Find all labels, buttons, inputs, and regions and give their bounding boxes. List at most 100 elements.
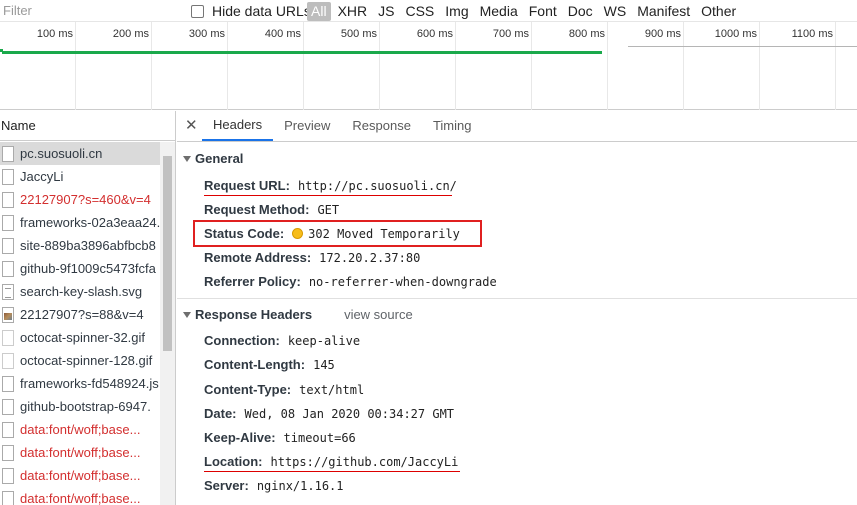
section-divider <box>177 298 857 299</box>
tab-headers[interactable]: Headers <box>202 111 274 141</box>
document-icon <box>2 398 14 415</box>
type-filter-js[interactable]: JS <box>374 2 398 21</box>
request-list-scrollbar[interactable] <box>160 142 175 505</box>
type-filter-all[interactable]: All <box>307 1 331 21</box>
hide-data-urls-option[interactable]: Hide data URLs <box>191 2 311 20</box>
timeline-tick: 300 ms <box>189 22 228 110</box>
image-file-icon <box>2 306 14 323</box>
annotation-underline <box>204 471 460 472</box>
type-filter-manifest[interactable]: Manifest <box>633 2 694 21</box>
timeline-tick-label: 300 ms <box>188 28 225 40</box>
request-list-item[interactable]: octocat-spinner-128.gif <box>0 349 160 372</box>
timeline-range-line <box>628 46 857 47</box>
header-key: Status Code: <box>204 226 285 241</box>
hide-data-urls-checkbox[interactable] <box>191 4 204 18</box>
tab-timing[interactable]: Timing <box>422 111 483 141</box>
details-tab-bar: ✕ Headers Preview Response Timing <box>177 111 857 142</box>
header-row-server: Server: nginx/1.16.1 <box>204 478 344 493</box>
header-value: https://github.com/JaccyLi <box>270 455 459 469</box>
type-filter-ws[interactable]: WS <box>600 2 631 21</box>
request-list-item[interactable]: search-key-slash.svg <box>0 280 160 303</box>
timeline-tick: 700 ms <box>493 22 532 110</box>
close-icon[interactable]: ✕ <box>185 118 198 133</box>
header-key: Request Method: <box>204 202 310 217</box>
timeline-tick: 900 ms <box>645 22 684 110</box>
type-filter-css[interactable]: CSS <box>401 2 438 21</box>
request-list-pane: Name pc.suosuoli.cn JaccyLi 22127907?s=460… <box>0 111 176 505</box>
timeline-overview[interactable]: 100 ms 200 ms 300 ms 400 ms 500 ms 600 m… <box>0 22 857 110</box>
header-key: Content-Length: <box>204 357 306 372</box>
request-name: 22127907?s=460&v=4 <box>20 192 151 207</box>
type-filter-font[interactable]: Font <box>525 2 561 21</box>
request-list-item[interactable]: 22127907?s=88&v=4 <box>0 303 160 326</box>
tab-response[interactable]: Response <box>341 111 422 141</box>
header-key: Remote Address: <box>204 250 312 265</box>
header-key: Connection: <box>204 333 280 348</box>
gif-file-icon <box>2 352 14 369</box>
filter-toolbar: Hide data URLs All XHR JS CSS Img Media … <box>0 0 857 22</box>
tab-preview[interactable]: Preview <box>273 111 341 141</box>
request-name: frameworks-fd548924.js <box>20 376 159 391</box>
resource-type-filters: All XHR JS CSS Img Media Font Doc WS Man… <box>307 1 743 21</box>
header-row-request-url: Request URL: http://pc.suosuoli.cn/ <box>204 178 457 193</box>
filter-input[interactable] <box>0 0 178 21</box>
view-source-link[interactable]: view source <box>344 307 413 322</box>
timeline-tick-label: 200 ms <box>112 28 149 40</box>
name-column-header[interactable]: Name <box>0 111 175 141</box>
request-list-item[interactable]: github-bootstrap-6947. <box>0 395 160 418</box>
header-value: Wed, 08 Jan 2020 00:34:27 GMT <box>244 407 455 421</box>
request-list-item[interactable]: 22127907?s=460&v=4 <box>0 188 160 211</box>
request-list-item[interactable]: JaccyLi <box>0 165 160 188</box>
timeline-tick-label: 600 ms <box>416 28 453 40</box>
general-section-header[interactable]: General <box>183 151 243 166</box>
status-warning-dot-icon <box>292 228 304 239</box>
request-list: pc.suosuoli.cn JaccyLi 22127907?s=460&v=4 f… <box>0 142 160 505</box>
request-list-item[interactable]: site-889ba3896abfbcb8 <box>0 234 160 257</box>
request-list-item[interactable]: data:font/woff;base... <box>0 441 160 464</box>
timeline-tick: 200 ms <box>113 22 152 110</box>
request-list-item[interactable]: pc.suosuoli.cn <box>0 142 160 165</box>
header-row-connection: Connection: keep-alive <box>204 333 360 348</box>
request-list-item[interactable]: data:font/woff;base... <box>0 464 160 487</box>
header-key: Keep-Alive: <box>204 430 276 445</box>
header-row-status-code: Status Code: 302 Moved Temporarily <box>204 226 460 241</box>
response-headers-section-header[interactable]: Response Headers view source <box>183 307 413 322</box>
document-icon <box>2 444 14 461</box>
header-key: Request URL: <box>204 178 290 193</box>
request-list-item[interactable]: data:font/woff;base... <box>0 487 160 505</box>
request-list-item[interactable]: github-9f1009c5473fcfa <box>0 257 160 280</box>
header-value: 302 Moved Temporarily <box>308 227 460 241</box>
details-tabs: Headers Preview Response Timing <box>202 111 482 141</box>
timeline-tick-label: 1100 ms <box>791 28 833 40</box>
header-value: nginx/1.16.1 <box>256 479 344 493</box>
request-list-item[interactable]: frameworks-02a3eaa24. <box>0 211 160 234</box>
timeline-tick: 400 ms <box>265 22 304 110</box>
request-name: octocat-spinner-128.gif <box>20 353 153 368</box>
request-name: frameworks-02a3eaa24. <box>20 215 160 230</box>
request-name: octocat-spinner-32.gif <box>20 330 146 345</box>
request-list-item[interactable]: frameworks-fd548924.js <box>0 372 160 395</box>
request-list-item[interactable]: octocat-spinner-32.gif <box>0 326 160 349</box>
type-filter-other[interactable]: Other <box>697 2 740 21</box>
type-filter-media[interactable]: Media <box>476 2 522 21</box>
request-list-item[interactable]: data:font/woff;base... <box>0 418 160 441</box>
request-name: data:font/woff;base... <box>20 468 141 483</box>
document-icon <box>2 191 14 208</box>
timeline-tick-label: 700 ms <box>492 28 529 40</box>
header-value: 145 <box>313 358 335 372</box>
response-headers-title: Response Headers <box>195 307 313 322</box>
document-icon <box>2 214 14 231</box>
header-value: timeout=66 <box>283 431 356 445</box>
type-filter-img[interactable]: Img <box>441 2 472 21</box>
document-icon <box>2 145 14 162</box>
type-filter-xhr[interactable]: XHR <box>334 2 372 21</box>
timeline-tick-label: 500 ms <box>340 28 377 40</box>
header-value: http://pc.suosuoli.cn/ <box>297 179 457 193</box>
request-name: data:font/woff;base... <box>20 491 141 505</box>
timeline-tick: 500 ms <box>341 22 380 110</box>
request-name: site-889ba3896abfbcb8 <box>20 238 156 253</box>
timeline-tick: 100 ms <box>37 22 76 110</box>
type-filter-doc[interactable]: Doc <box>564 2 597 21</box>
scrollbar-thumb[interactable] <box>163 156 172 351</box>
timeline-tick: 800 ms <box>569 22 608 110</box>
